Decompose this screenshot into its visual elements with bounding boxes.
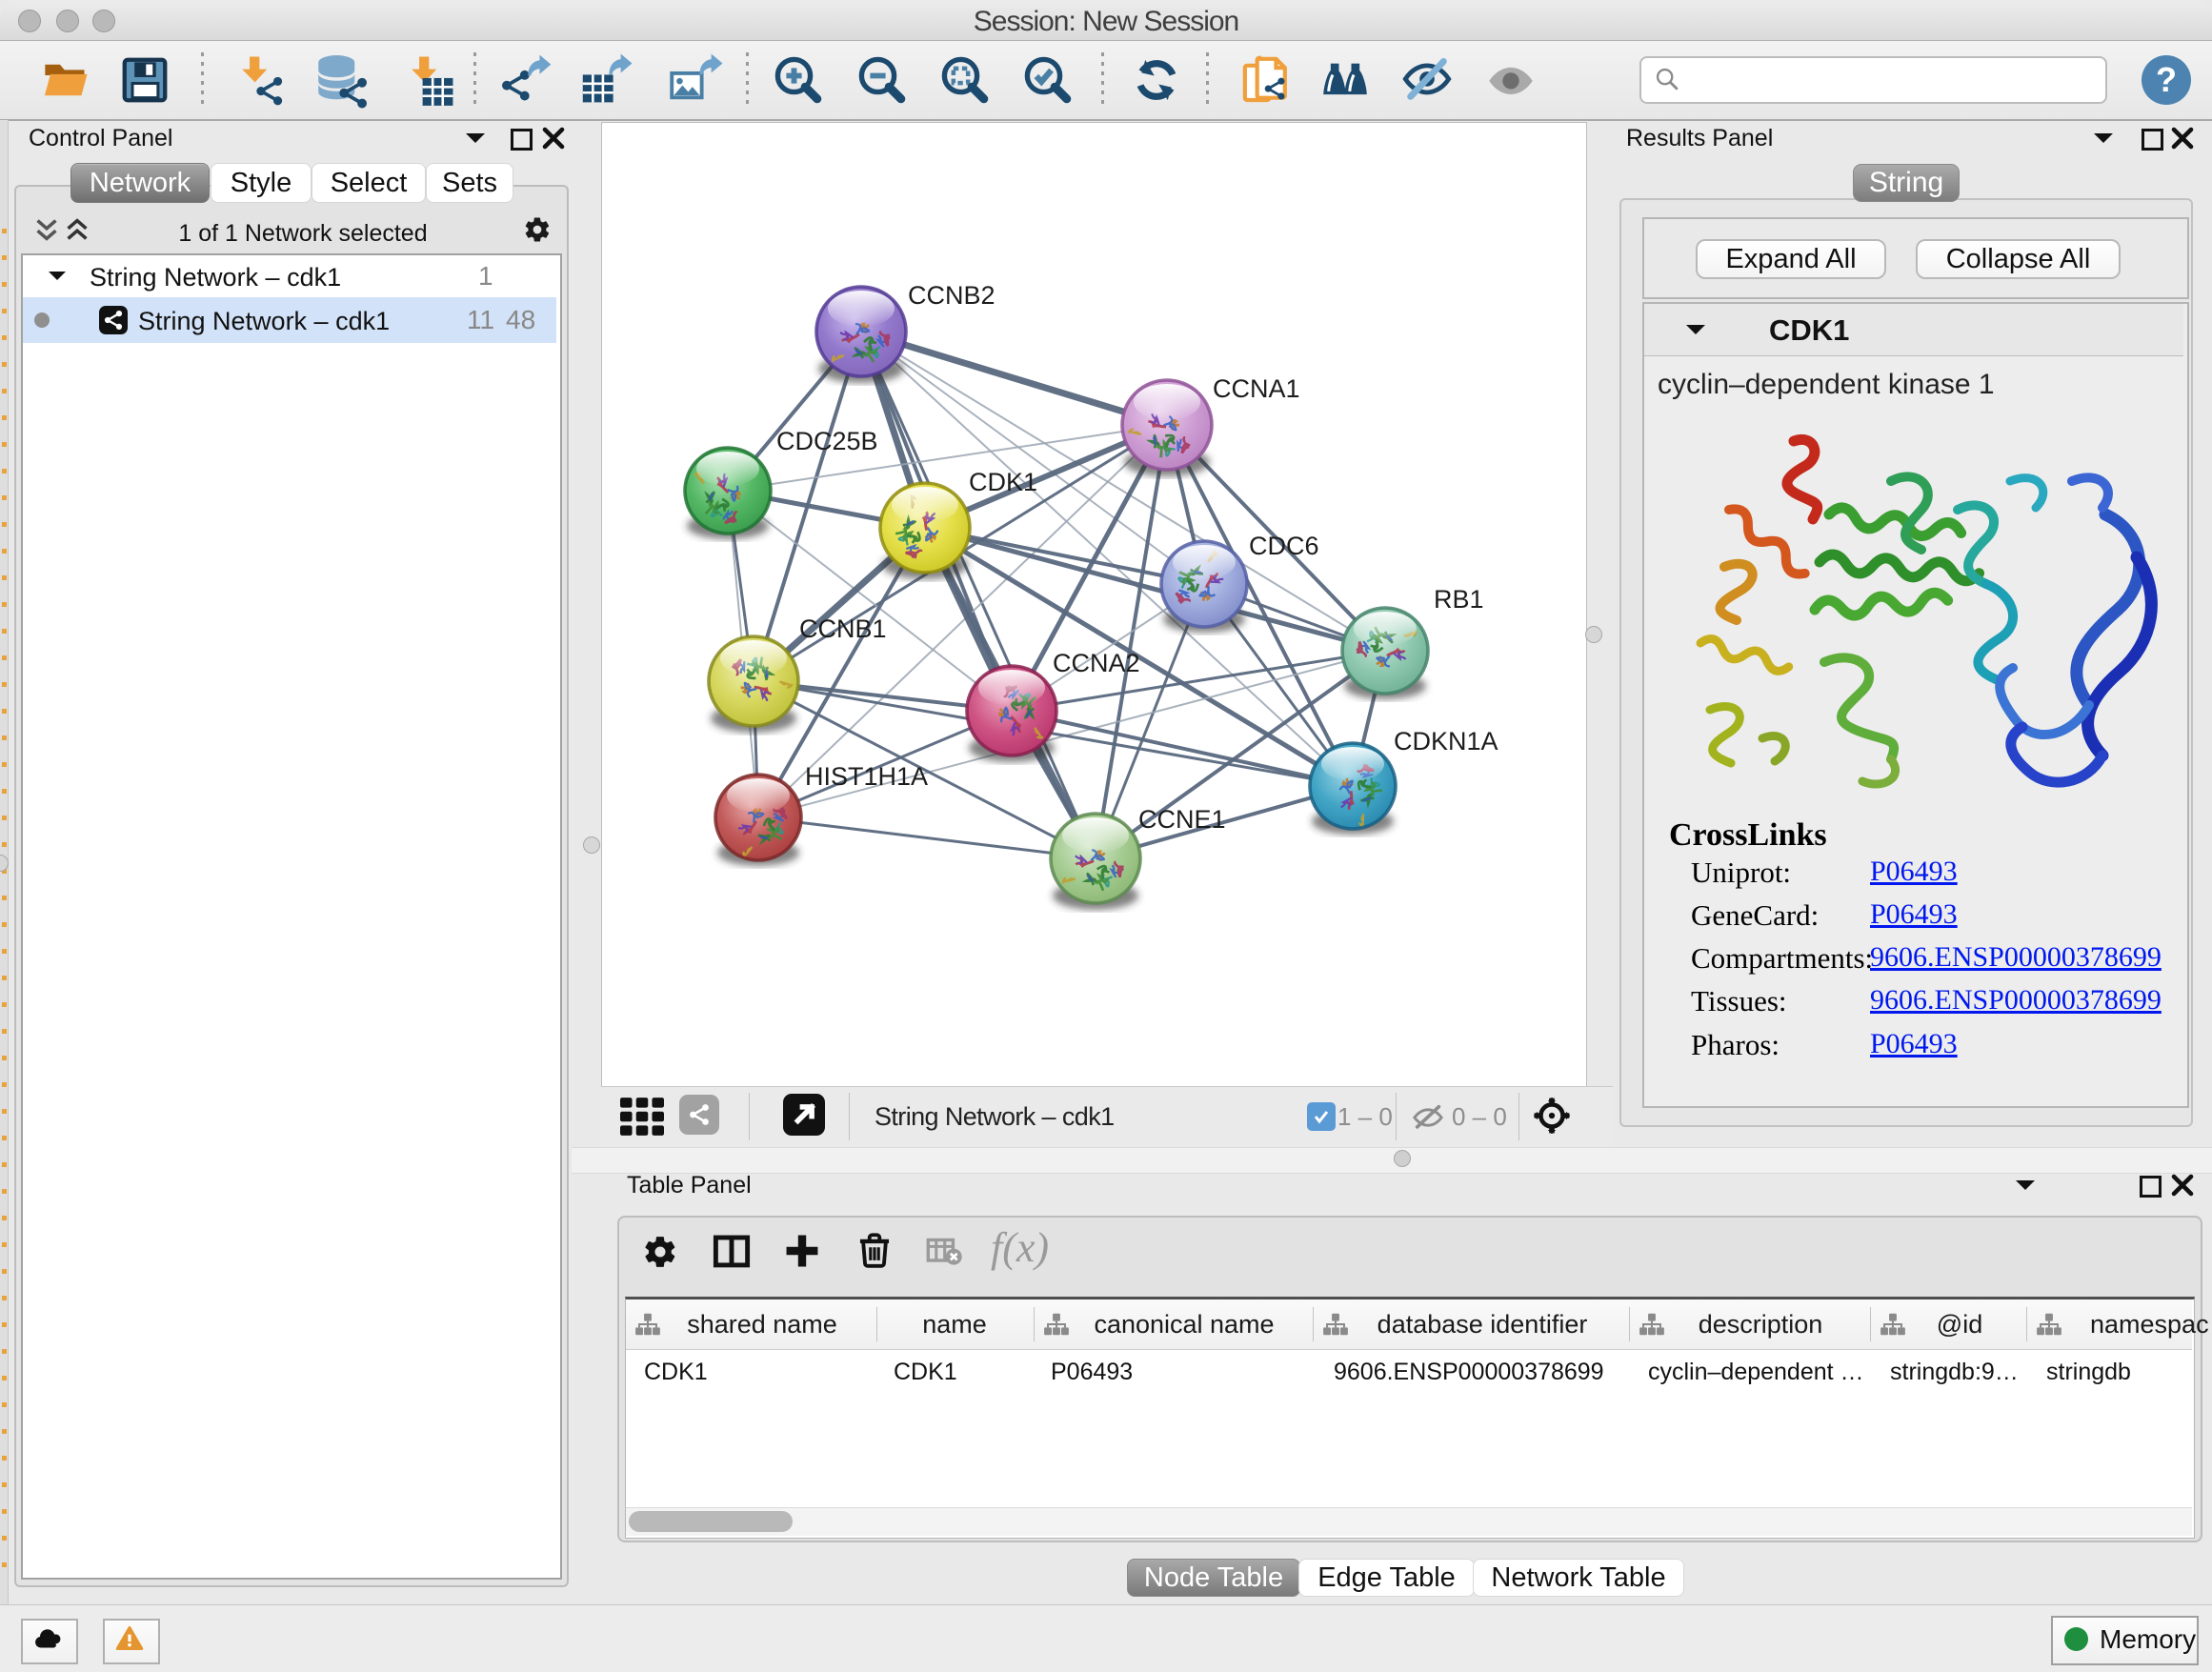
svg-text:CCNE1: CCNE1 xyxy=(1138,805,1226,834)
svg-text:CCNB1: CCNB1 xyxy=(799,614,887,643)
svg-text:CDKN1A: CDKN1A xyxy=(1394,727,1498,755)
svg-text:CCNA1: CCNA1 xyxy=(1213,374,1300,403)
svg-text:HIST1H1A: HIST1H1A xyxy=(805,762,928,791)
svg-text:CDC25B: CDC25B xyxy=(776,427,878,455)
svg-text:CDK1: CDK1 xyxy=(969,468,1037,496)
svg-text:CCNB2: CCNB2 xyxy=(908,281,995,310)
svg-text:RB1: RB1 xyxy=(1434,585,1484,614)
svg-text:CDC6: CDC6 xyxy=(1249,532,1319,560)
svg-text:CCNA2: CCNA2 xyxy=(1053,649,1140,677)
